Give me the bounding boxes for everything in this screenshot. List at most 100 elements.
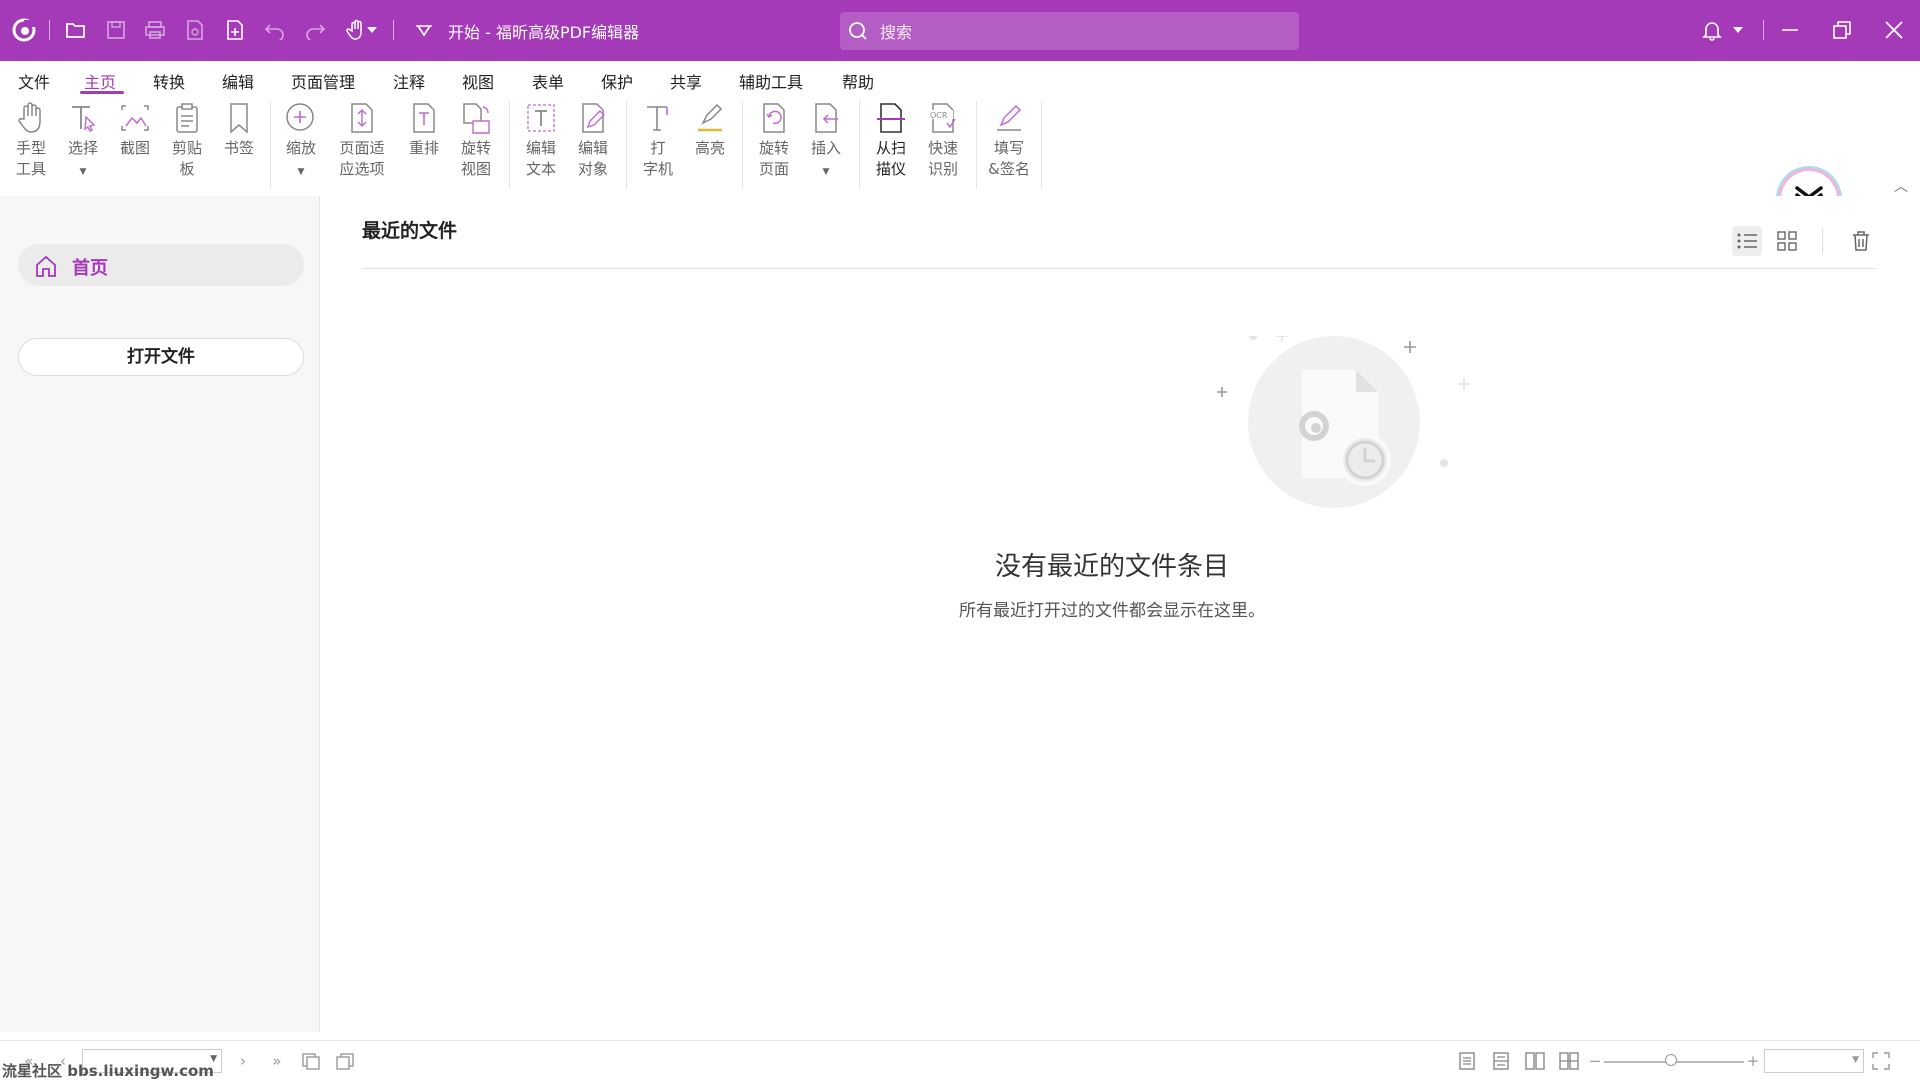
highlight-button[interactable]: 高亮 bbox=[685, 101, 735, 191]
select-label: 选择 bbox=[67, 139, 98, 157]
search-input[interactable] bbox=[878, 18, 1282, 46]
grid-icon bbox=[1777, 231, 1797, 251]
separator bbox=[626, 101, 627, 189]
home-icon bbox=[34, 254, 58, 282]
facing-page-icon[interactable] bbox=[1524, 1051, 1546, 1071]
edit-object-button[interactable]: 编辑 对象 bbox=[568, 101, 618, 191]
fullscreen-icon[interactable] bbox=[1870, 1051, 1892, 1071]
single-page-icon[interactable] bbox=[1456, 1051, 1478, 1071]
chevron-down-icon[interactable]: ▼ bbox=[298, 167, 305, 177]
menu-share[interactable]: 共享 bbox=[670, 69, 702, 93]
chevron-down-icon[interactable] bbox=[1730, 16, 1746, 44]
open-folder-icon[interactable] bbox=[62, 16, 90, 44]
rotate-page-button[interactable]: 旋转 页面 bbox=[749, 101, 799, 191]
minimize-icon[interactable] bbox=[1776, 16, 1804, 44]
sidebar: 首页 打开文件 bbox=[0, 196, 320, 1032]
zoom-slider-handle[interactable] bbox=[1665, 1054, 1677, 1066]
empty-state-title: 没有最近的文件条目 bbox=[994, 552, 1229, 582]
menu-convert[interactable]: 转换 bbox=[153, 69, 185, 93]
next-page-icon[interactable]: › bbox=[232, 1051, 254, 1071]
menu-comment[interactable]: 注释 bbox=[393, 69, 425, 93]
chevron-down-icon[interactable]: ▼ bbox=[80, 167, 87, 177]
separator bbox=[49, 20, 50, 40]
close-icon[interactable] bbox=[1880, 16, 1908, 44]
grid-view-button[interactable] bbox=[1772, 226, 1802, 256]
screenshot-button[interactable]: 截图 bbox=[110, 101, 160, 191]
rotate-view-button[interactable]: 旋转 视图 bbox=[451, 101, 501, 191]
collapse-ribbon-icon[interactable]: ︿ bbox=[1894, 176, 1908, 196]
fit-page-icon bbox=[351, 103, 373, 133]
edit-text-button[interactable]: 编辑 文本 bbox=[516, 101, 566, 191]
insert-button[interactable]: 插入 ▼ bbox=[801, 101, 851, 191]
last-page-icon[interactable]: » bbox=[266, 1051, 288, 1071]
main-content: 最近的文件 没有最近的文件条目 所有最近打开过的文件都会显示在这里。 bbox=[320, 196, 1920, 1032]
quick-ocr-button[interactable]: OCR 快速 识别 bbox=[918, 101, 968, 191]
menu-form[interactable]: 表单 bbox=[532, 69, 564, 93]
empty-files-illustration bbox=[1217, 336, 1470, 508]
continuous-facing-icon[interactable] bbox=[1558, 1051, 1580, 1071]
fill-sign-button[interactable]: 填写 &签名 bbox=[983, 101, 1035, 191]
highlight-icon bbox=[698, 103, 723, 132]
fit-page-button[interactable]: 页面适 应选项 bbox=[336, 101, 388, 191]
hand-tool-button[interactable]: 手型 工具 bbox=[6, 101, 56, 191]
properties-icon[interactable] bbox=[181, 16, 209, 44]
zoom-level-select[interactable]: ▼ bbox=[1764, 1049, 1864, 1073]
next-view-icon[interactable] bbox=[334, 1051, 356, 1071]
menu-page-management[interactable]: 页面管理 bbox=[291, 69, 355, 93]
rotate-page-icon bbox=[763, 103, 785, 133]
menu-edit[interactable]: 编辑 bbox=[222, 69, 254, 93]
active-tab-indicator bbox=[80, 91, 124, 94]
fit-page-label: 页面适 应选项 bbox=[339, 139, 385, 178]
reflow-button[interactable]: 重排 bbox=[399, 101, 449, 191]
restore-icon[interactable] bbox=[1828, 16, 1856, 44]
delete-button[interactable] bbox=[1846, 226, 1876, 256]
status-bar: « ‹ ▼ › » − + ▼ bbox=[0, 1040, 1920, 1081]
redo-icon[interactable] bbox=[301, 16, 329, 44]
empty-state-description: 所有最近打开过的文件都会显示在这里。 bbox=[959, 601, 1265, 621]
menu-home[interactable]: 主页 bbox=[84, 69, 116, 93]
new-file-icon[interactable] bbox=[221, 16, 249, 44]
previous-view-icon[interactable] bbox=[300, 1051, 322, 1071]
search-icon bbox=[848, 21, 868, 45]
quick-ocr-label: 快速 识别 bbox=[927, 139, 958, 178]
menu-file[interactable]: 文件 bbox=[18, 69, 50, 93]
menu-protect[interactable]: 保护 bbox=[601, 69, 633, 93]
customize-toolbar-icon[interactable] bbox=[410, 16, 438, 44]
chevron-down-icon[interactable] bbox=[364, 16, 380, 44]
hand-icon bbox=[18, 102, 41, 133]
sidebar-item-home[interactable]: 首页 bbox=[18, 244, 304, 286]
app-logo-icon[interactable] bbox=[10, 16, 38, 44]
highlight-label: 高亮 bbox=[694, 139, 725, 157]
reflow-icon bbox=[413, 103, 435, 133]
bookmark-button[interactable]: 书签 bbox=[214, 101, 264, 191]
list-view-button[interactable] bbox=[1732, 226, 1762, 256]
print-icon[interactable] bbox=[141, 16, 169, 44]
reflow-label: 重排 bbox=[408, 139, 439, 157]
trash-icon bbox=[1853, 231, 1869, 251]
zoom-button[interactable]: 缩放 ▼ bbox=[276, 101, 326, 191]
from-scanner-label: 从扫 描仪 bbox=[875, 139, 906, 178]
search-box[interactable] bbox=[840, 12, 1299, 50]
bell-icon[interactable] bbox=[1698, 16, 1726, 44]
menu-accessibility[interactable]: 辅助工具 bbox=[739, 69, 803, 93]
continuous-page-icon[interactable] bbox=[1490, 1051, 1512, 1071]
menu-view[interactable]: 视图 bbox=[462, 69, 494, 93]
insert-page-icon bbox=[815, 103, 838, 133]
select-button[interactable]: 选择 ▼ bbox=[58, 101, 108, 191]
rotate-page-label: 旋转 页面 bbox=[758, 139, 789, 178]
from-scanner-button[interactable]: 从扫 描仪 bbox=[866, 101, 916, 191]
screenshot-label: 截图 bbox=[119, 139, 150, 157]
edit-text-icon bbox=[527, 104, 555, 132]
zoom-out-icon[interactable]: − bbox=[1584, 1051, 1606, 1071]
menu-bar: 文件 主页 转换 编辑 页面管理 注释 视图 表单 保护 共享 辅助工具 帮助 bbox=[0, 61, 1920, 95]
typewriter-button[interactable]: 打 字机 bbox=[633, 101, 683, 191]
open-file-button[interactable]: 打开文件 bbox=[18, 338, 304, 376]
save-icon[interactable] bbox=[102, 16, 130, 44]
rotate-view-label: 旋转 视图 bbox=[460, 139, 491, 178]
zoom-in-icon[interactable]: + bbox=[1742, 1051, 1764, 1071]
chevron-down-icon[interactable]: ▼ bbox=[823, 167, 830, 177]
clipboard-button[interactable]: 剪贴 板 bbox=[162, 101, 212, 191]
undo-icon[interactable] bbox=[261, 16, 289, 44]
typewriter-icon bbox=[647, 106, 668, 131]
menu-help[interactable]: 帮助 bbox=[842, 69, 874, 93]
